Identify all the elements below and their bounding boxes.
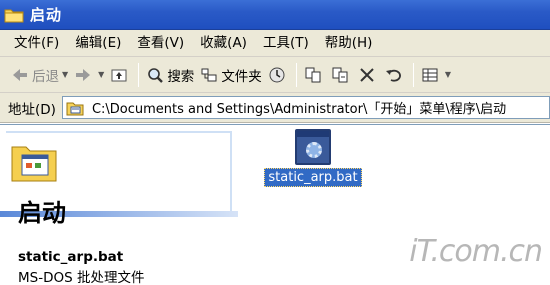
- back-arrow-icon: [11, 66, 29, 84]
- copy-to-button[interactable]: [328, 61, 355, 89]
- search-button[interactable]: 搜索: [143, 61, 197, 89]
- address-field[interactable]: C:\Documents and Settings\Administrator\…: [61, 96, 550, 119]
- copy-to-icon: [331, 66, 349, 84]
- toolbar-separator: [295, 62, 297, 87]
- search-label: 搜索: [167, 68, 195, 85]
- toolbar-separator: [138, 62, 140, 87]
- address-label: 地址(D): [8, 101, 56, 118]
- undo-button[interactable]: [382, 61, 409, 89]
- delete-button[interactable]: [355, 61, 382, 89]
- selected-file-type: MS-DOS 批处理文件: [18, 270, 145, 285]
- folder-big-title: 启动: [18, 199, 66, 227]
- up-folder-button[interactable]: [107, 61, 134, 89]
- history-icon: [268, 66, 286, 84]
- address-path: C:\Documents and Settings\Administrator\…: [91, 102, 507, 117]
- menu-view[interactable]: 查看(V): [129, 30, 192, 57]
- toolbar-separator: [412, 62, 414, 87]
- menu-tools[interactable]: 工具(T): [255, 30, 317, 57]
- title-bar[interactable]: 启动: [0, 0, 550, 30]
- back-dropdown-icon[interactable]: ▼: [62, 70, 68, 79]
- move-to-button[interactable]: [301, 61, 328, 89]
- folder-window-icon: [10, 139, 58, 189]
- forward-dropdown-icon[interactable]: ▼: [98, 70, 104, 79]
- back-label: 后退: [32, 68, 59, 85]
- toolbar: 后退 ▼ ▼ 搜索 文件夹 ▼: [0, 57, 550, 93]
- selected-file-name: static_arp.bat: [18, 249, 124, 265]
- folders-button[interactable]: 文件夹: [197, 61, 265, 89]
- file-item-label[interactable]: static_arp.bat: [264, 168, 362, 187]
- startup-folder-icon: [66, 99, 84, 117]
- window-title: 启动: [30, 6, 63, 24]
- history-button[interactable]: [265, 61, 292, 89]
- back-button[interactable]: 后退 ▼: [8, 61, 71, 89]
- delete-x-icon: [358, 66, 376, 84]
- search-icon: [146, 66, 164, 84]
- address-bar: 地址(D) C:\Documents and Settings\Administ…: [0, 93, 550, 123]
- menu-favorites[interactable]: 收藏(A): [192, 30, 255, 57]
- up-folder-icon: [110, 66, 128, 84]
- batch-file-icon[interactable]: [295, 129, 331, 165]
- menu-help[interactable]: 帮助(H): [317, 30, 381, 57]
- forward-button[interactable]: ▼: [71, 61, 107, 89]
- watermark: iT.com.cn: [409, 234, 543, 269]
- menu-file[interactable]: 文件(F): [0, 30, 67, 57]
- move-to-icon: [304, 66, 322, 84]
- menu-edit[interactable]: 编辑(E): [67, 30, 129, 57]
- folders-icon: [200, 66, 218, 84]
- folders-label: 文件夹: [221, 68, 262, 85]
- menu-bar: 文件(F) 编辑(E) 查看(V) 收藏(A) 工具(T) 帮助(H): [0, 30, 550, 57]
- undo-icon: [385, 66, 403, 84]
- folder-icon: [4, 7, 24, 23]
- views-button[interactable]: ▼: [418, 61, 454, 89]
- web-view-panel: 启动 static_arp.bat MS-DOS 批处理文件: [0, 125, 238, 285]
- forward-arrow-icon: [74, 66, 92, 84]
- views-icon: [421, 66, 439, 84]
- views-dropdown-icon[interactable]: ▼: [445, 70, 451, 79]
- folder-content: 启动 static_arp.bat MS-DOS 批处理文件 static_ar…: [0, 124, 550, 285]
- file-item[interactable]: static_arp.bat: [264, 129, 362, 199]
